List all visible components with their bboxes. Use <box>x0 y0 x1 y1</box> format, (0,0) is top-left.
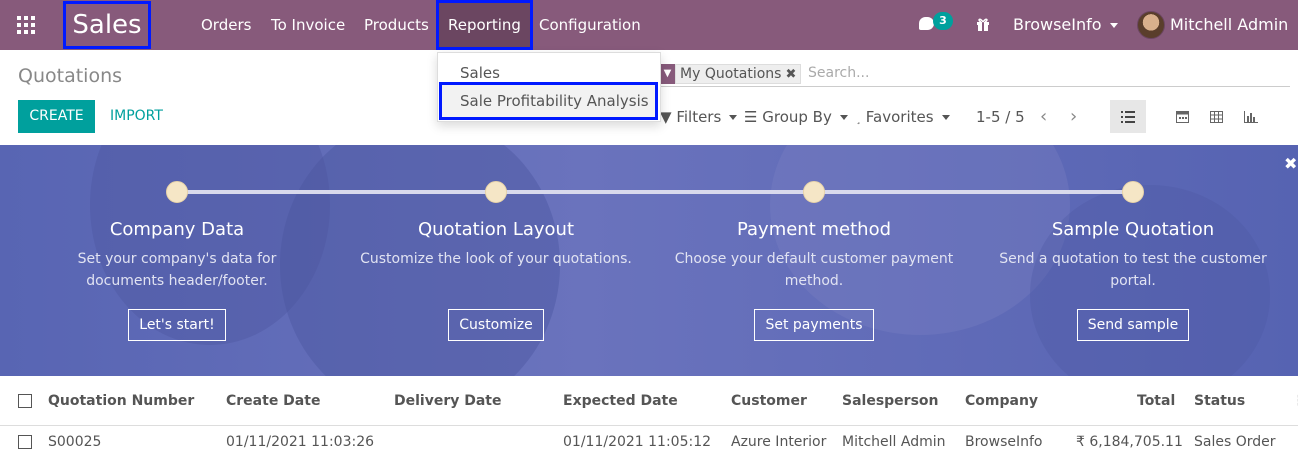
set-payments-button[interactable]: Set payments <box>754 309 874 341</box>
bar-chart-icon <box>1244 110 1258 123</box>
column-header[interactable]: Quotation Number <box>48 376 194 426</box>
step-title: Company Data <box>109 219 245 240</box>
pager-previous-icon[interactable]: ‹ <box>1040 106 1047 128</box>
company-name: BrowseInfo <box>1013 15 1102 34</box>
cell-create-date: 01/11/2021 11:03:26 <box>226 434 375 450</box>
column-header[interactable]: Salesperson <box>842 376 939 426</box>
menu-item-sales[interactable]: Sales <box>460 64 500 82</box>
avatar[interactable] <box>1137 11 1165 39</box>
column-header[interactable]: Create Date <box>226 376 320 426</box>
menu-to-invoice[interactable]: To Invoice <box>271 0 345 50</box>
messages-count-badge: 3 <box>933 12 953 30</box>
groupby-label: Group By <box>762 108 832 126</box>
top-navbar: Sales Orders To Invoice Products Reporti… <box>0 0 1298 78</box>
user-menu[interactable]: Mitchell Admin <box>1170 0 1298 78</box>
menu-reporting[interactable]: Reporting <box>436 0 533 50</box>
row-checkbox[interactable] <box>18 435 32 449</box>
menu-products[interactable]: Products <box>364 0 429 50</box>
menu-orders[interactable]: Orders <box>201 0 251 50</box>
favorites-label: Favorites <box>865 108 934 126</box>
column-header[interactable]: Total <box>1137 376 1175 426</box>
column-header[interactable]: Customer <box>731 376 807 426</box>
groupby-toggle[interactable]: ☰ Group By <box>744 106 848 128</box>
cell-customer: Azure Interior <box>731 434 827 450</box>
graph-view-button[interactable] <box>1233 100 1269 133</box>
pager-next-icon[interactable]: › <box>1070 106 1077 128</box>
column-header[interactable]: Delivery Date <box>394 376 502 426</box>
table-row[interactable]: S00025 01/11/2021 11:03:26 01/11/2021 11… <box>0 427 1298 459</box>
customize-button[interactable]: Customize <box>448 309 544 341</box>
filters-toggle[interactable]: ▼ Filters <box>660 106 738 128</box>
chevron-down-icon <box>941 115 950 120</box>
company-switcher[interactable]: BrowseInfo <box>1013 0 1118 50</box>
column-options-icon[interactable]: ⋮ <box>1292 376 1298 426</box>
close-icon[interactable]: ✖ <box>785 67 796 82</box>
import-button[interactable]: IMPORT <box>110 100 163 133</box>
filter-icon: ▼ <box>660 108 672 126</box>
step-description: Choose your default customer payment met… <box>674 251 954 289</box>
list-view-icon <box>1121 110 1135 123</box>
user-name: Mitchell Admin <box>1170 15 1289 34</box>
select-all-checkbox[interactable] <box>18 394 32 408</box>
onboarding-step: Quotation Layout Customize the look of y… <box>356 219 636 341</box>
menu-configuration[interactable]: Configuration <box>539 0 641 50</box>
calendar-view-button[interactable] <box>1164 100 1200 133</box>
cell-company: BrowseInfo <box>965 434 1043 450</box>
reporting-dropdown-menu: Sales Sale Profitability Analysis <box>437 52 661 122</box>
app-brand[interactable]: Sales <box>63 1 151 49</box>
cell-number: S00025 <box>48 434 102 450</box>
step-description: Customize the look of your quotations. <box>360 251 632 267</box>
column-header[interactable]: Status <box>1194 376 1245 426</box>
apps-menu-icon[interactable] <box>17 16 37 34</box>
chevron-down-icon <box>1109 23 1118 28</box>
cell-total: ₹ 6,184,705.11 <box>1076 434 1183 450</box>
search-bar[interactable]: ▼ My Quotations ✖ Search... <box>660 63 1290 87</box>
facet-value: My Quotations ✖ <box>675 64 802 84</box>
step-description: Send a quotation to test the customer po… <box>999 251 1267 289</box>
favorites-toggle[interactable]: ¸ Favorites <box>856 106 950 128</box>
send-sample-button[interactable]: Send sample <box>1076 309 1190 341</box>
onboarding-step: Payment method Choose your default custo… <box>674 219 954 341</box>
search-input[interactable]: Search... <box>808 65 869 81</box>
step-description: Set your company's data for documents he… <box>77 251 277 289</box>
calendar-icon <box>1175 111 1189 123</box>
column-header[interactable]: Expected Date <box>563 376 678 426</box>
pager-value[interactable]: 1-5 / 5 <box>976 106 1025 128</box>
step-title: Sample Quotation <box>1051 219 1215 240</box>
facet-label: My Quotations <box>680 66 782 82</box>
close-icon[interactable]: ✖ <box>1284 154 1297 173</box>
progress-line <box>177 190 1133 194</box>
filter-icon: ▼ <box>660 64 675 84</box>
step-title: Payment method <box>736 219 892 240</box>
step-dot <box>803 181 825 203</box>
cell-salesperson: Mitchell Admin <box>842 434 946 450</box>
onboarding-step: Company Data Set your company's data for… <box>37 219 317 341</box>
table-header: Quotation Number Create Date Delivery Da… <box>0 376 1298 426</box>
step-dot <box>485 181 507 203</box>
onboarding-step: Sample Quotation Send a quotation to tes… <box>993 219 1273 341</box>
search-facet: ▼ My Quotations ✖ <box>660 64 802 84</box>
chevron-down-icon <box>729 115 738 120</box>
column-header[interactable]: Company <box>965 376 1038 426</box>
table-icon <box>1209 110 1223 123</box>
step-title: Quotation Layout <box>417 219 575 240</box>
filters-label: Filters <box>676 108 722 126</box>
list-icon: ☰ <box>744 108 758 126</box>
page-title: Quotations <box>18 65 123 87</box>
list-view-button[interactable] <box>1110 100 1146 133</box>
chevron-down-icon <box>839 115 848 120</box>
step-dot <box>1122 181 1144 203</box>
cell-status: Sales Order <box>1194 434 1276 450</box>
cell-expected-date: 01/11/2021 11:05:12 <box>563 434 712 450</box>
step-dot <box>166 181 188 203</box>
menu-item-sale-profitability-analysis[interactable]: Sale Profitability Analysis <box>439 82 658 120</box>
gift-icon[interactable] <box>976 17 990 31</box>
onboarding-banner: ✖ Company Data Set your company's data f… <box>0 145 1298 376</box>
pivot-view-button[interactable] <box>1198 100 1234 133</box>
star-icon: ¸ <box>856 114 861 125</box>
create-button[interactable]: CREATE <box>18 100 95 133</box>
lets-start-button[interactable]: Let's start! <box>128 309 226 341</box>
chat-icon[interactable] <box>919 17 934 30</box>
